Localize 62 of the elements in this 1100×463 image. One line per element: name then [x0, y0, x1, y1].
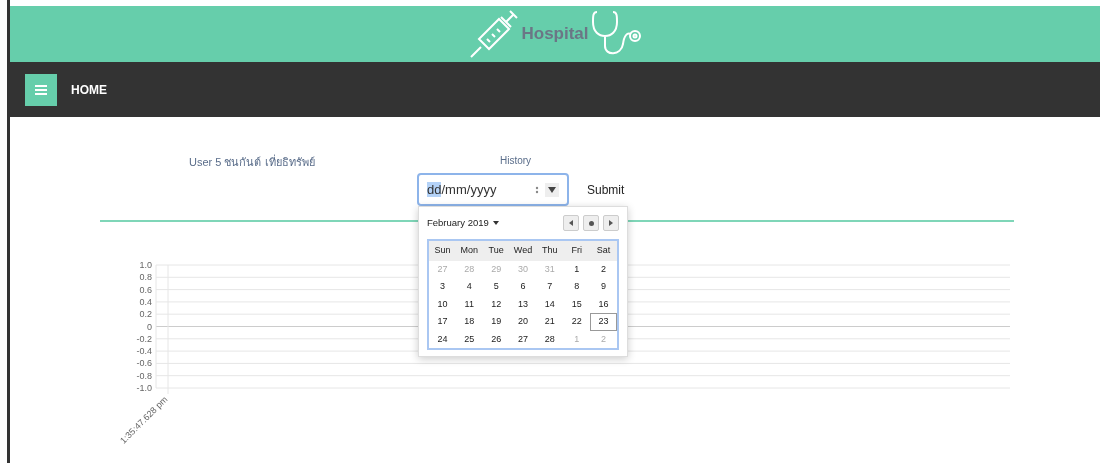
- weekday-header: Mon: [455, 241, 483, 261]
- y-axis-label: 0.2: [139, 309, 152, 320]
- calendar-day[interactable]: 1: [563, 260, 591, 278]
- previous-month-button[interactable]: [563, 215, 579, 231]
- calendar-day[interactable]: 26: [482, 330, 510, 348]
- today-button[interactable]: [583, 215, 599, 231]
- menu-button[interactable]: [25, 73, 57, 106]
- calendar-day[interactable]: 4: [455, 278, 483, 296]
- calendar-day[interactable]: 27: [509, 330, 537, 348]
- next-month-button[interactable]: [603, 215, 619, 231]
- y-axis-label: -1.0: [136, 383, 152, 393]
- calendar-day[interactable]: 11: [455, 295, 483, 313]
- calendar-day[interactable]: 9: [590, 278, 617, 296]
- history-label: History: [500, 154, 533, 168]
- calendar-day[interactable]: 17: [429, 313, 456, 331]
- weekday-header: Thu: [536, 241, 564, 261]
- calendar-day[interactable]: 18: [455, 313, 483, 331]
- left-arrow-icon: [569, 220, 573, 226]
- y-axis-label: -0.2: [136, 333, 152, 344]
- calendar-day[interactable]: 24: [429, 330, 456, 348]
- y-axis-label: 0.4: [139, 296, 152, 307]
- y-axis-label: 1.0: [139, 260, 152, 270]
- calendar-day[interactable]: 5: [482, 278, 510, 296]
- y-axis-label: 0.6: [139, 284, 152, 295]
- calendar-day[interactable]: 15: [563, 295, 591, 313]
- y-axis-label: 0: [147, 321, 152, 332]
- weekday-header: Tue: [482, 241, 510, 261]
- right-arrow-icon: [609, 220, 613, 226]
- y-axis-label: -0.8: [136, 370, 152, 381]
- calendar-day[interactable]: 2: [590, 260, 617, 278]
- calendar-day[interactable]: 23: [590, 313, 617, 331]
- dot-icon: [588, 220, 594, 226]
- calendar-day[interactable]: 25: [455, 330, 483, 348]
- y-axis-label: -0.4: [136, 346, 152, 357]
- weekday-header: Wed: [509, 241, 537, 261]
- calendar-day[interactable]: 10: [429, 295, 456, 313]
- menu-icon: [35, 84, 47, 95]
- spinner-icon[interactable]: [533, 184, 541, 195]
- calendar-day[interactable]: 13: [509, 295, 537, 313]
- calendar-day[interactable]: 12: [482, 295, 510, 313]
- month-selector[interactable]: February 2019: [427, 215, 489, 231]
- caret-icon[interactable]: [492, 221, 499, 225]
- calendar-day[interactable]: 19: [482, 313, 510, 331]
- weekday-header: Fri: [563, 241, 591, 261]
- calendar-day[interactable]: 3: [429, 278, 456, 296]
- weekday-header: Sun: [429, 241, 456, 261]
- calendar-day[interactable]: 16: [590, 295, 617, 313]
- calendar-day[interactable]: 7: [536, 278, 564, 296]
- calendar-day[interactable]: 6: [509, 278, 537, 296]
- app-title: Hospital: [521, 23, 589, 46]
- calendar-day[interactable]: 8: [563, 278, 591, 296]
- y-axis-label: -0.6: [136, 358, 152, 369]
- calendar-day[interactable]: 28: [536, 330, 564, 348]
- calendar-day[interactable]: 21: [536, 313, 564, 331]
- nav-link-home[interactable]: HOME: [71, 80, 107, 99]
- calendar-day[interactable]: 20: [509, 313, 537, 331]
- user-name: User 5 ชนกันต์ เที่ยธิทรัพย์: [189, 154, 316, 170]
- y-axis-label: 0.8: [139, 272, 152, 283]
- calendar-day[interactable]: 22: [563, 313, 591, 331]
- calendar-day[interactable]: 14: [536, 295, 564, 313]
- submit-button[interactable]: Submit: [587, 180, 625, 199]
- weekday-header: Sat: [590, 241, 617, 261]
